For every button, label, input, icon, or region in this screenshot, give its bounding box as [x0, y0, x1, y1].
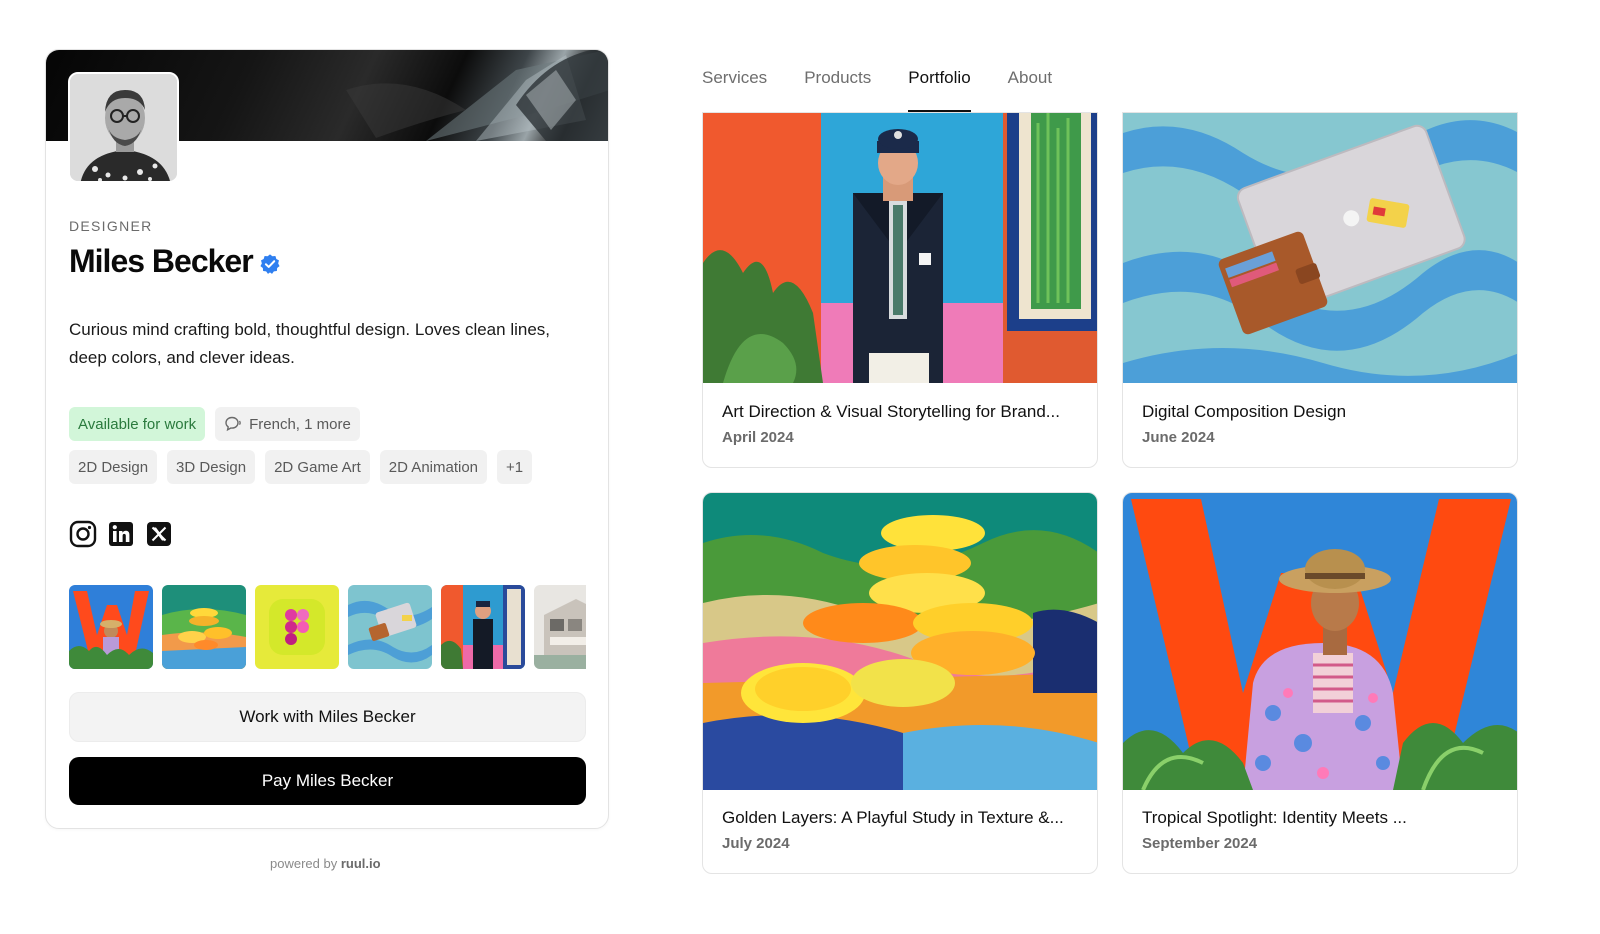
languages-label: French, 1 more — [249, 415, 351, 433]
portfolio-image — [1123, 493, 1517, 790]
profile-name: Miles Becker — [69, 243, 254, 279]
powered-brand-link[interactable]: ruul.io — [341, 856, 381, 871]
portfolio-image — [703, 113, 1097, 383]
x-icon[interactable] — [145, 520, 173, 548]
powered-prefix: powered by — [270, 856, 338, 871]
portfolio-date: September 2024 — [1142, 835, 1258, 852]
skill-tag: 2D Game Art — [265, 450, 370, 484]
verified-badge-icon — [260, 253, 280, 274]
avatar — [68, 72, 179, 183]
tab-about[interactable]: About — [1008, 68, 1052, 112]
portfolio-title: Digital Composition Design — [1142, 402, 1347, 421]
portfolio-card[interactable]: Digital Composition Design June 2024 — [1122, 112, 1518, 468]
profile-card: DESIGNER Miles Becker Curious mind craft… — [45, 49, 609, 829]
languages-tag[interactable]: French, 1 more — [215, 407, 360, 441]
skill-tag: 2D Design — [69, 450, 158, 484]
portfolio-card[interactable]: Tropical Spotlight: Identity Meets ... S… — [1122, 492, 1518, 874]
name-row: Miles Becker — [69, 243, 281, 280]
powered-by: powered by ruul.io — [270, 856, 381, 871]
profile-tabs: Services Products Portfolio About — [702, 68, 1052, 112]
skills-row: 2D Design 3D Design 2D Game Art 2D Anima… — [69, 450, 533, 484]
portfolio-date: July 2024 — [722, 835, 790, 852]
portfolio-card[interactable]: Art Direction & Visual Storytelling for … — [702, 112, 1098, 468]
portfolio-card[interactable]: Golden Layers: A Playful Study in Textur… — [702, 492, 1098, 874]
portfolio-image — [703, 493, 1097, 790]
more-skills-tag[interactable]: +1 — [497, 450, 533, 484]
instagram-icon[interactable] — [69, 520, 97, 548]
skill-tag: 3D Design — [167, 450, 256, 484]
portfolio-title: Golden Layers: A Playful Study in Textur… — [722, 808, 1064, 827]
skill-tag: 2D Animation — [379, 450, 488, 484]
tab-portfolio[interactable]: Portfolio — [908, 68, 971, 112]
social-links — [69, 520, 173, 548]
tab-services[interactable]: Services — [702, 68, 767, 112]
speech-bubble-icon — [225, 416, 241, 432]
thumbnail[interactable] — [441, 585, 525, 669]
profile-role: DESIGNER — [69, 218, 153, 234]
status-row: Available for work French, 1 more — [69, 407, 360, 441]
tab-products[interactable]: Products — [804, 68, 871, 112]
portfolio-thumbnails — [69, 585, 586, 669]
thumbnail[interactable] — [534, 585, 586, 669]
portfolio-image — [1123, 113, 1517, 383]
portfolio-title: Tropical Spotlight: Identity Meets ... — [1142, 808, 1407, 827]
linkedin-icon[interactable] — [107, 520, 135, 548]
availability-badge: Available for work — [69, 407, 206, 441]
profile-bio: Curious mind crafting bold, thoughtful d… — [69, 320, 551, 367]
portfolio-date: April 2024 — [722, 429, 794, 446]
portfolio-title: Art Direction & Visual Storytelling for … — [722, 402, 1060, 421]
portfolio-date: June 2024 — [1142, 429, 1215, 446]
thumbnail[interactable] — [162, 585, 246, 669]
work-with-button[interactable]: Work with Miles Becker — [69, 692, 586, 742]
thumbnail[interactable] — [69, 585, 153, 669]
thumbnail[interactable] — [255, 585, 339, 669]
pay-button[interactable]: Pay Miles Becker — [69, 757, 586, 805]
thumbnail[interactable] — [348, 585, 432, 669]
